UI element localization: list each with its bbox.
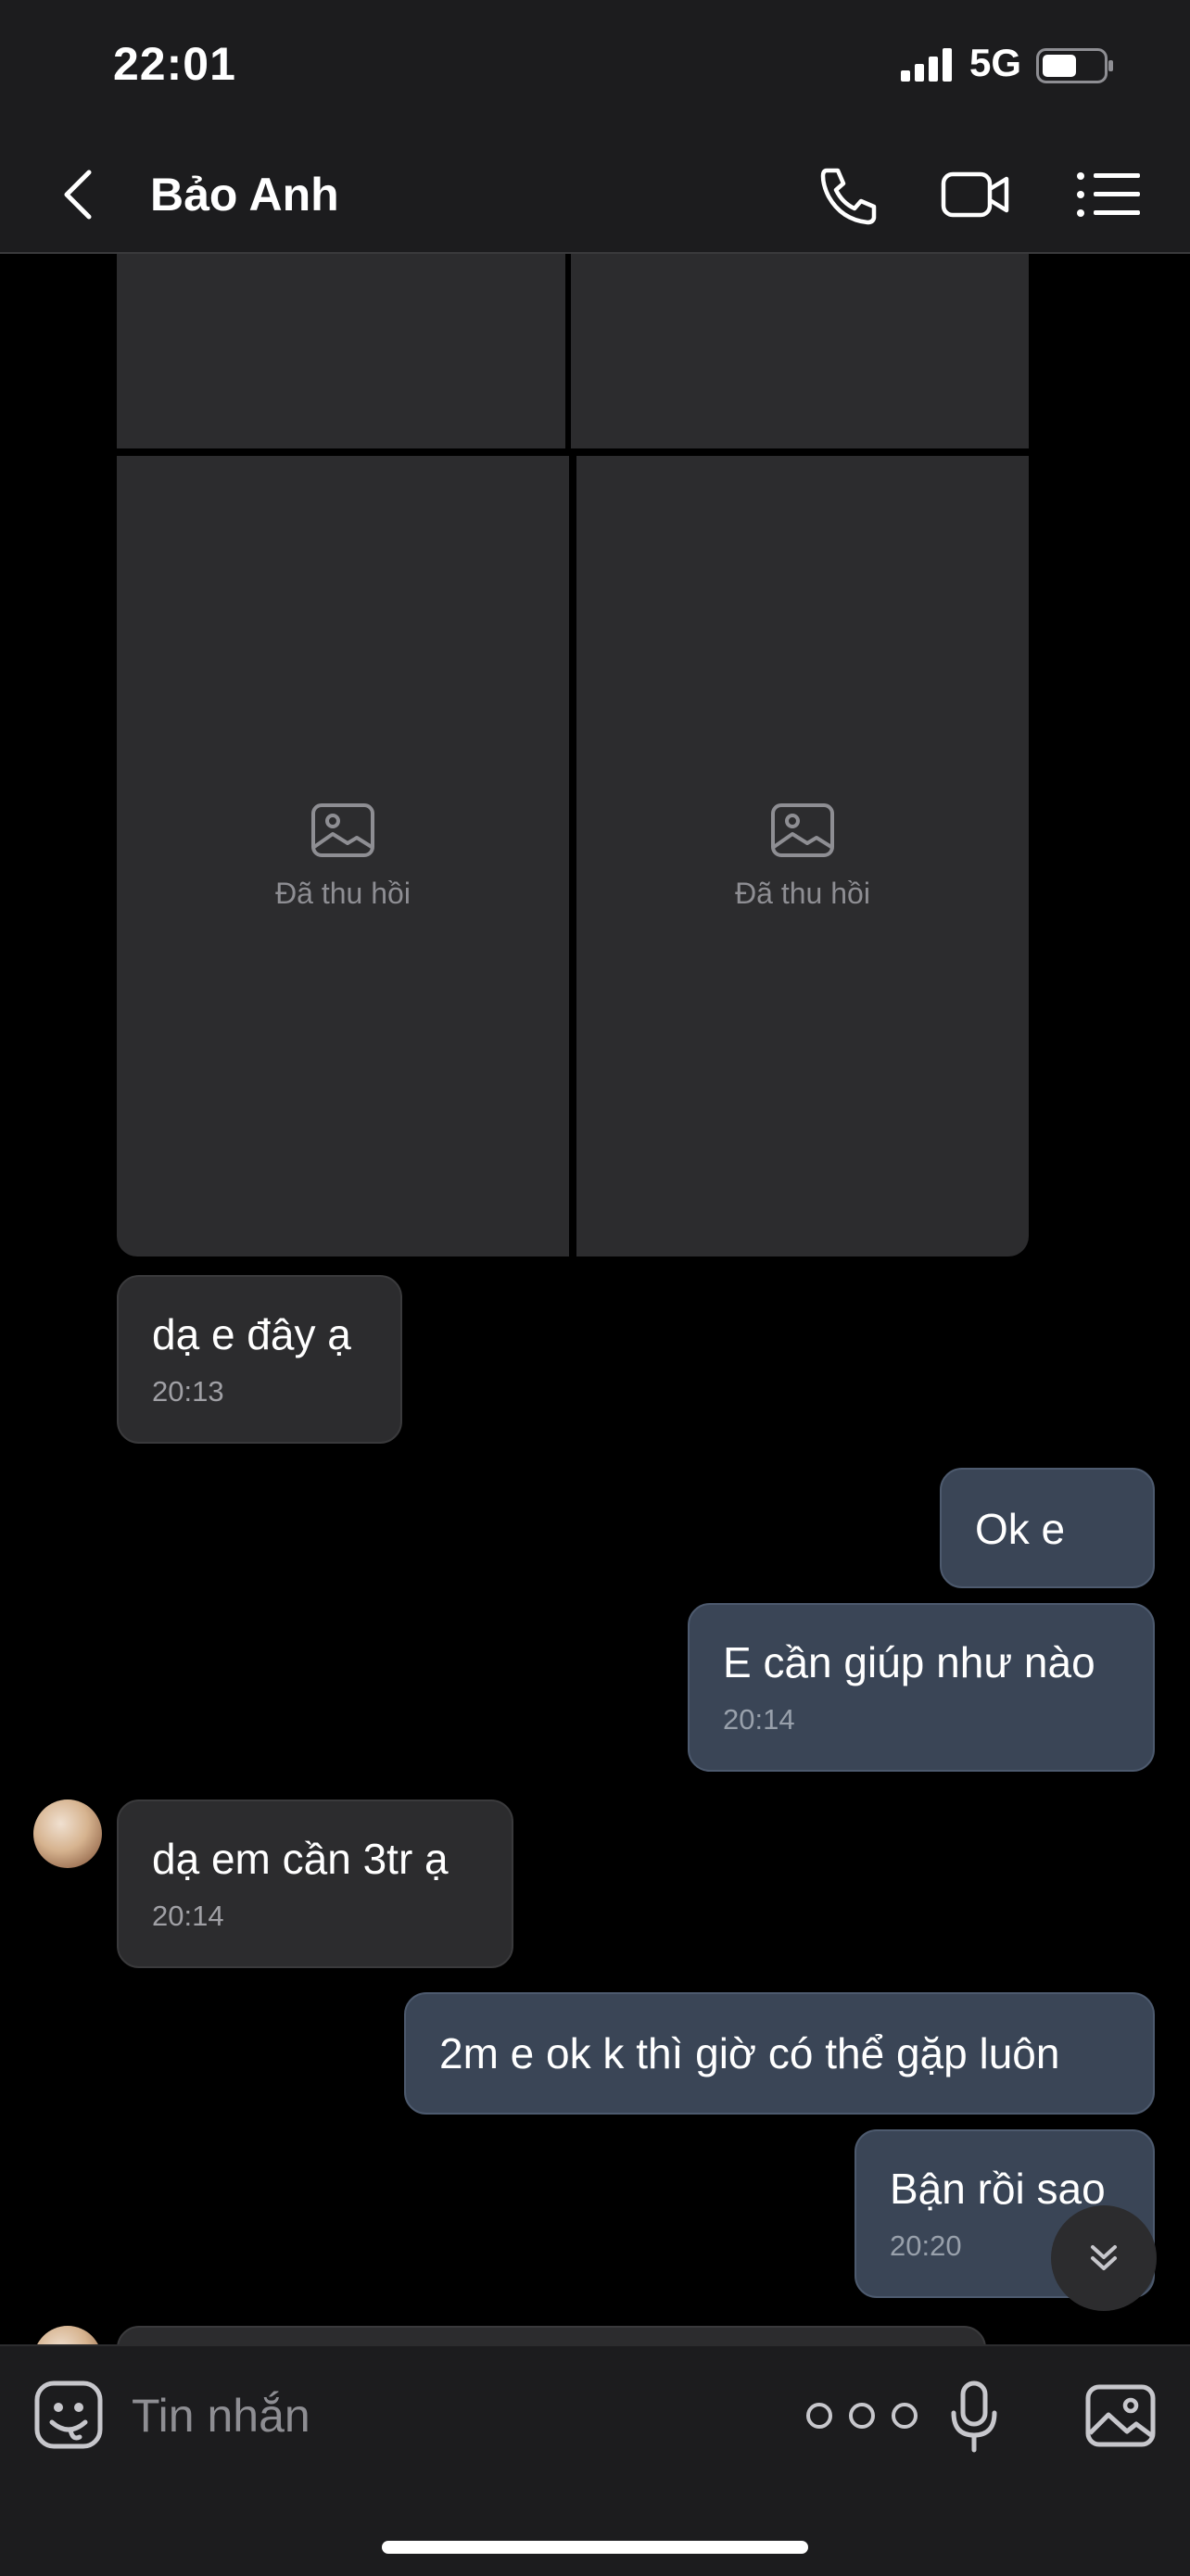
- recalled-image-top-right: [571, 254, 1029, 448]
- image-icon: [771, 802, 834, 857]
- message-bubble-outgoing[interactable]: Ok e: [940, 1468, 1155, 1588]
- signal-icon: [901, 48, 952, 82]
- more-options-icon[interactable]: [801, 2400, 923, 2431]
- message-bubble-outgoing[interactable]: E cần giúp như nào 20:14: [688, 1603, 1155, 1772]
- recalled-label: Đã thu hồi: [735, 876, 870, 910]
- status-bar: 22:01 5G: [0, 0, 1190, 139]
- message-text: 2m e ok k thì giờ có thể gặp luôn: [439, 2029, 1060, 2077]
- menu-list-icon[interactable]: [1071, 161, 1146, 228]
- message-text: E cần giúp như nào: [723, 1638, 1095, 1686]
- contact-name[interactable]: Bảo Anh: [150, 165, 339, 224]
- phone-icon[interactable]: [812, 161, 886, 228]
- message-time: 20:14: [723, 1703, 795, 1736]
- sticker-icon[interactable]: [33, 2380, 104, 2450]
- contact-avatar[interactable]: [33, 1799, 102, 1868]
- message-text: Ok e: [975, 1505, 1066, 1553]
- message-text: Bận rồi sao: [890, 2165, 1106, 2213]
- recalled-label: Đã thu hồi: [275, 876, 411, 910]
- contact-avatar[interactable]: [33, 2326, 102, 2344]
- gallery-icon[interactable]: [1084, 2383, 1157, 2448]
- message-text: dạ em cần 3tr ạ: [152, 1835, 449, 1883]
- video-call-icon[interactable]: [938, 161, 1012, 228]
- image-icon: [311, 802, 374, 857]
- double-chevron-down-icon: [1091, 2245, 1117, 2270]
- back-arrow-icon[interactable]: [52, 165, 108, 224]
- microphone-icon[interactable]: [949, 2380, 999, 2454]
- message-bubble-outgoing[interactable]: 2m e ok k thì giờ có thể gặp luôn: [404, 1992, 1155, 2115]
- recalled-image-bottom-right[interactable]: Đã thu hồi: [576, 456, 1029, 1256]
- message-bubble-incoming[interactable]: [117, 2326, 986, 2344]
- message-time: 20:13: [152, 1375, 224, 1408]
- message-text: dạ e đây ạ: [152, 1310, 351, 1358]
- message-bubble-incoming[interactable]: dạ em cần 3tr ạ 20:14: [117, 1799, 513, 1968]
- recalled-image-top-left: [117, 254, 565, 448]
- home-indicator: [382, 2541, 808, 2554]
- message-time: 20:14: [152, 1900, 224, 1932]
- chat-header: Bảo Anh: [0, 139, 1190, 254]
- chat-messages[interactable]: Đã thu hồi Đã thu hồi dạ e đây ạ 20:13 O…: [0, 254, 1190, 2344]
- status-time: 22:01: [113, 38, 236, 90]
- message-input[interactable]: [132, 2383, 762, 2448]
- network-type: 5G: [969, 41, 1022, 84]
- scroll-to-bottom-button[interactable]: [1051, 2205, 1157, 2311]
- battery-icon: [1036, 48, 1113, 83]
- message-bubble-incoming[interactable]: dạ e đây ạ 20:13: [117, 1275, 402, 1444]
- recalled-image-bottom-left[interactable]: Đã thu hồi: [117, 456, 569, 1256]
